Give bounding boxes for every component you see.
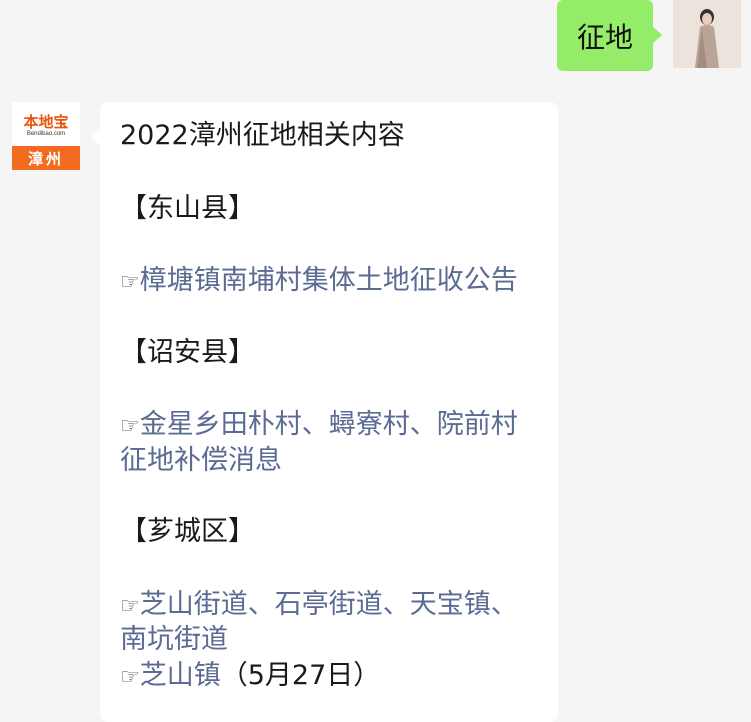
logo-url: Bendibao.com xyxy=(26,131,66,137)
user-message-text: 征地 xyxy=(576,20,633,54)
bot-avatar[interactable]: 本地宝 Bendibao.com 漳州 xyxy=(12,102,80,170)
article-date: （5月27日） xyxy=(220,660,381,691)
article-link-text: 樟塘镇南埔村集体土地征收公告 xyxy=(139,265,518,296)
article-link-zhishan-streets[interactable]: ☞芝山街道、石亭街道、天宝镇、 xyxy=(120,587,518,625)
section-heading-dongshan: 【东山县】 xyxy=(120,193,255,224)
article-link-text: 南坑街道 xyxy=(120,624,228,655)
article-link-text: 金星乡田朴村、蟳寮村、院前村 xyxy=(139,409,518,440)
pointing-hand-icon: ☞ xyxy=(120,665,140,690)
article-link-text: 芝山镇 xyxy=(139,660,221,691)
bot-message-bubble: 2022漳州征地相关内容 【东山县】 ☞樟塘镇南埔村集体土地征收公告 【诏安县】… xyxy=(91,102,558,722)
section-heading-zhaoan: 【诏安县】 xyxy=(120,337,255,368)
user-avatar-image xyxy=(673,0,741,68)
article-link-jinxing-cont[interactable]: 征地补偿消息 xyxy=(120,443,282,479)
article-link-text: 芝山街道、石亭街道、天宝镇、 xyxy=(139,589,518,620)
pointing-hand-icon: ☞ xyxy=(120,414,140,439)
article-link-text: 征地补偿消息 xyxy=(120,445,282,476)
bendibao-logo: 本地宝 Bendibao.com xyxy=(12,102,80,146)
message-title: 2022漳州征地相关内容 xyxy=(120,120,405,151)
pointing-hand-icon: ☞ xyxy=(120,270,140,295)
pointing-hand-icon: ☞ xyxy=(120,594,140,619)
article-link-zhishan-streets-cont[interactable]: 南坑街道 xyxy=(120,622,228,658)
logo-city: 漳州 xyxy=(12,146,80,170)
user-message-bubble[interactable]: 征地 xyxy=(557,0,662,71)
article-link-zhangtang[interactable]: ☞樟塘镇南埔村集体土地征收公告 xyxy=(120,263,518,301)
section-heading-xiangcheng: 【芗城区】 xyxy=(120,516,255,547)
logo-name: 本地宝 xyxy=(23,113,69,131)
user-avatar[interactable] xyxy=(673,0,741,68)
article-link-jinxing[interactable]: ☞金星乡田朴村、蟳寮村、院前村 xyxy=(120,407,518,445)
article-link-zhishan-town[interactable]: ☞芝山镇（5月27日） xyxy=(120,658,380,696)
